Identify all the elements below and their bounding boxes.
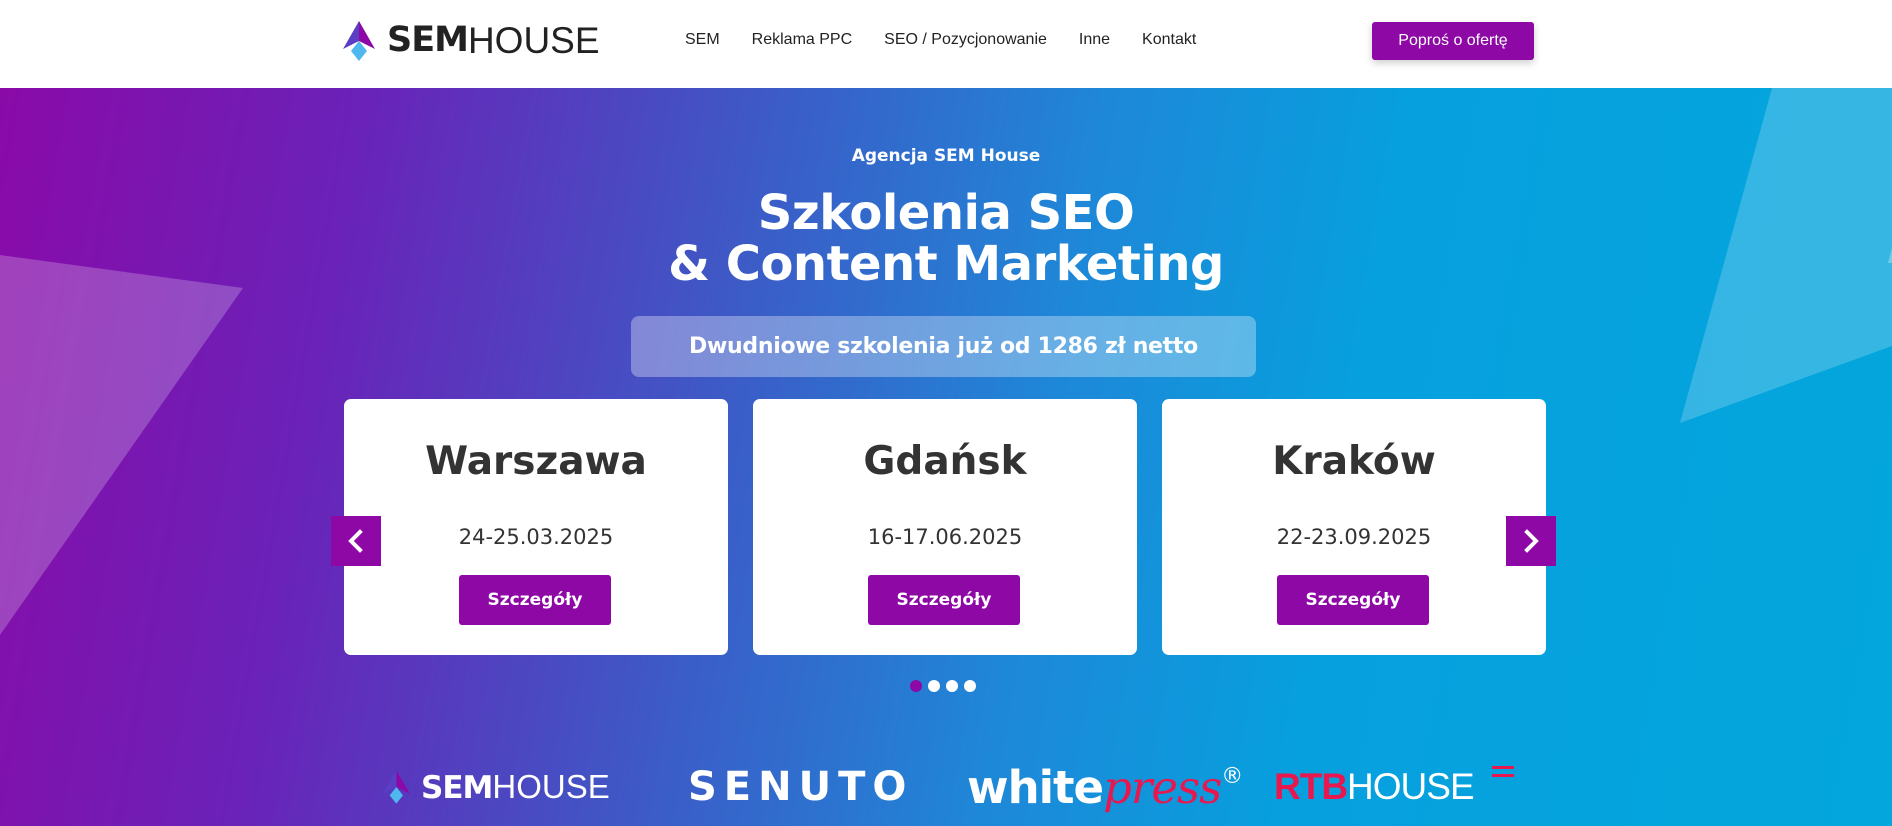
partner-whitepress-logo: white press ®: [967, 748, 1243, 826]
card-date: 22-23.09.2025: [1276, 525, 1432, 549]
carousel-dot[interactable]: [946, 680, 958, 692]
card-date: 16-17.06.2025: [867, 525, 1023, 549]
partner-senuto-logo: SENUTO: [688, 764, 914, 810]
training-card-warszawa: Warszawa 24-25.03.2025 Szczegóły: [344, 399, 728, 655]
card-details-button[interactable]: Szczegóły: [868, 575, 1020, 625]
logo-wordmark: SEM HOUSE: [387, 20, 600, 62]
logo-light-text: HOUSE: [467, 20, 600, 61]
hero-title: Szkolenia SEO & Content Marketing: [0, 188, 1892, 290]
training-card-gdansk: Gdańsk 16-17.06.2025 Szczegóły: [753, 399, 1137, 655]
card-city: Gdańsk: [863, 439, 1027, 484]
card-city: Kraków: [1272, 439, 1436, 484]
rtb-red-text: RTB: [1274, 766, 1348, 807]
nav-item-kontakt[interactable]: Kontakt: [1142, 31, 1196, 49]
rtb-house-text: HOUSE: [1347, 766, 1475, 807]
chevron-right-icon: [1524, 529, 1539, 553]
partner-semhouse-bold: SEM: [421, 770, 493, 806]
whitepress-press-text: press: [1103, 760, 1222, 814]
site-logo[interactable]: SEM HOUSE: [343, 20, 600, 62]
whitepress-white-text: white: [967, 760, 1104, 814]
training-card-krakow: Kraków 22-23.09.2025 Szczegóły: [1162, 399, 1546, 655]
logo-bold-text: SEM: [387, 20, 469, 60]
card-city: Warszawa: [425, 439, 647, 484]
main-nav: SEM Reklama PPC SEO / Pozycjonowanie Inn…: [685, 31, 1228, 49]
carousel-next-button[interactable]: [1506, 516, 1556, 566]
hero-section: Agencja SEM House Szkolenia SEO & Conten…: [0, 88, 1892, 826]
nav-item-seo[interactable]: SEO / Pozycjonowanie: [884, 31, 1047, 49]
hero-subtitle: Dwudniowe szkolenia już od 1286 zł netto: [631, 316, 1256, 377]
partner-logos: SEMHOUSE SENUTO white press ® RTB HOUSE: [0, 748, 1892, 826]
card-details-button[interactable]: Szczegóły: [1277, 575, 1429, 625]
partner-semhouse-logo: SEMHOUSE: [383, 748, 610, 826]
semhouse-logo-icon: [383, 770, 410, 804]
hero-eyebrow: Agencja SEM House: [851, 146, 1041, 166]
nav-item-sem[interactable]: SEM: [685, 31, 720, 49]
site-header: SEM HOUSE SEM Reklama PPC SEO / Pozycjono…: [0, 0, 1892, 88]
card-details-button[interactable]: Szczegóły: [459, 575, 611, 625]
rtb-lines-icon: [1491, 766, 1514, 777]
card-date: 24-25.03.2025: [458, 525, 614, 549]
nav-item-inne[interactable]: Inne: [1079, 31, 1110, 49]
carousel-dot[interactable]: [910, 680, 922, 692]
partner-rtbhouse-logo: RTB HOUSE: [1274, 748, 1514, 826]
carousel-dot[interactable]: [928, 680, 940, 692]
semhouse-logo-icon: [343, 21, 375, 61]
carousel-prev-button[interactable]: [331, 516, 381, 566]
request-offer-button[interactable]: Poproś o ofertę: [1372, 22, 1534, 60]
chevron-left-icon: [348, 529, 363, 553]
nav-item-ppc[interactable]: Reklama PPC: [752, 31, 852, 49]
whitepress-registered-mark: ®: [1221, 764, 1243, 789]
carousel-dot[interactable]: [964, 680, 976, 692]
hero-title-line1: Szkolenia SEO: [757, 185, 1135, 241]
partner-semhouse-light: HOUSE: [492, 768, 610, 805]
carousel-dots: [910, 680, 976, 692]
hero-title-line2: & Content Marketing: [668, 236, 1224, 292]
